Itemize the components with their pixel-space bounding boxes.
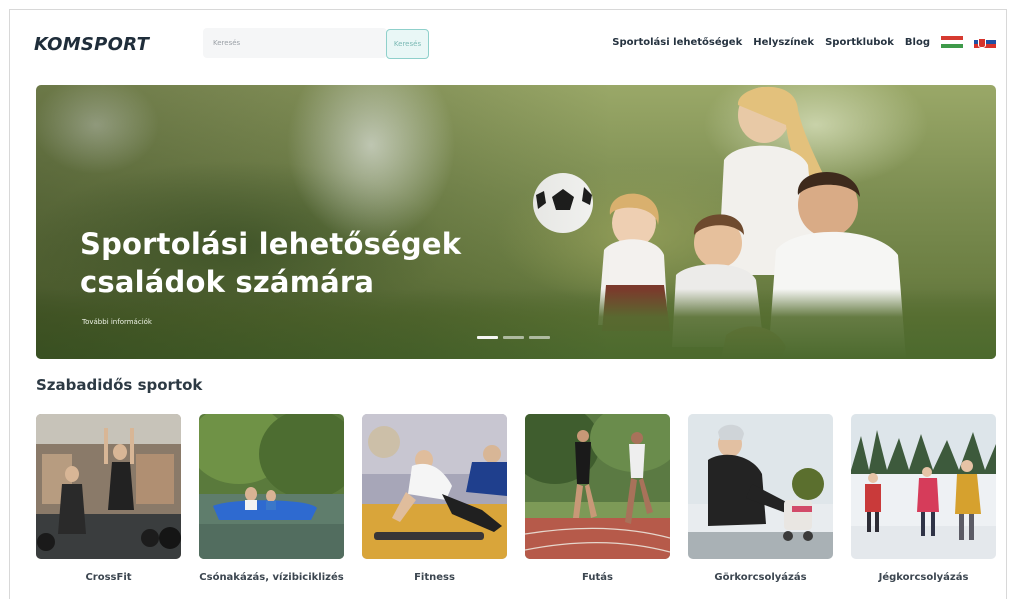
boating-photo[interactable] xyxy=(199,414,344,559)
iceskating-photo[interactable] xyxy=(851,414,996,559)
card-label: CrossFit xyxy=(85,572,132,583)
section-title: Szabadidős sportok xyxy=(36,376,203,394)
hero-more-info-link[interactable]: További információk xyxy=(82,318,152,326)
hungary-flag-icon[interactable] xyxy=(941,36,963,48)
search-button[interactable]: Keresés xyxy=(386,29,429,59)
fitness-photo[interactable] xyxy=(362,414,507,559)
carousel-dot-2[interactable] xyxy=(503,336,524,339)
carousel-dot-1[interactable] xyxy=(477,336,498,339)
search-input[interactable] xyxy=(203,28,387,58)
slovakia-flag-icon[interactable] xyxy=(974,36,996,48)
card-jegkorcsolyazas[interactable]: Jégkorcsolyázás xyxy=(851,414,996,585)
card-label: Futás xyxy=(582,572,613,583)
hero-overlay xyxy=(36,85,996,359)
crossfit-photo[interactable] xyxy=(36,414,181,559)
hero-banner: Sportolási lehetőségek családok számára … xyxy=(36,85,996,359)
card-label: Fitness xyxy=(414,572,455,583)
nav-item-sportolasi-lehetosegek[interactable]: Sportolási lehetőségek xyxy=(612,37,742,48)
carousel-dot-3[interactable] xyxy=(529,336,550,339)
hero-title: Sportolási lehetőségek családok számára xyxy=(80,227,462,299)
main-nav: Sportolási lehetőségek Helyszínek Sportk… xyxy=(612,36,996,48)
card-futas[interactable]: Futás xyxy=(525,414,670,585)
card-gorkorcsolyazas[interactable]: Görkorcsolyázás xyxy=(688,414,833,585)
sport-cards: CrossFit Csónakázás, vízibiciklizés Fitn… xyxy=(36,414,1000,599)
card-label: Csónakázás, vízibiciklizés xyxy=(199,572,344,583)
running-photo[interactable] xyxy=(525,414,670,559)
nav-item-helyszinek[interactable]: Helyszínek xyxy=(753,37,814,48)
card-crossfit[interactable]: CrossFit xyxy=(36,414,181,585)
card-label: Jégkorcsolyázás xyxy=(878,572,969,583)
site-logo[interactable]: KOMSPORT xyxy=(34,34,149,55)
card-fitness[interactable]: Fitness xyxy=(362,414,507,585)
card-csonakazas[interactable]: Csónakázás, vízibiciklizés xyxy=(199,414,344,585)
rollerskating-photo[interactable] xyxy=(688,414,833,559)
card-label: Görkorcsolyázás xyxy=(714,572,807,583)
nav-item-sportklubok[interactable]: Sportklubok xyxy=(825,37,894,48)
site-header: KOMSPORT Keresés Sportolási lehetőségek … xyxy=(10,10,1006,85)
page-frame: KOMSPORT Keresés Sportolási lehetőségek … xyxy=(9,9,1007,599)
carousel-indicators xyxy=(477,336,550,339)
nav-item-blog[interactable]: Blog xyxy=(905,37,930,48)
